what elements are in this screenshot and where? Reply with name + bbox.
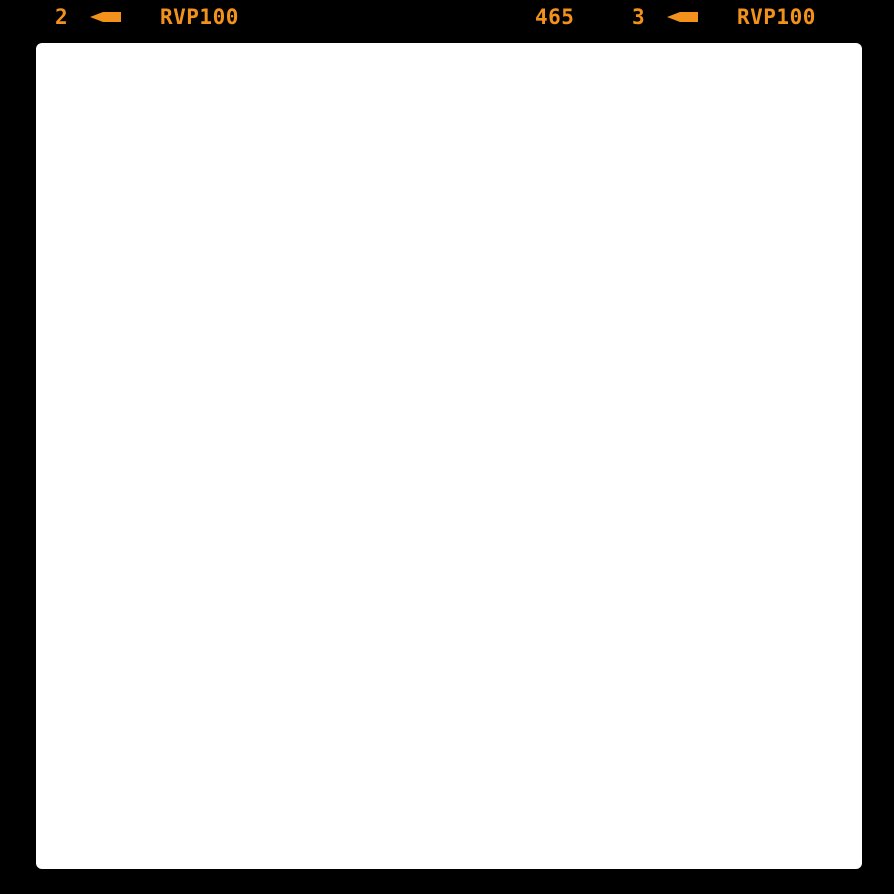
frame-number-2: 3 [632,5,646,29]
film-code-2: RVP100 [737,5,816,29]
frame-arrow-icon-1 [90,12,121,22]
film-code-1: RVP100 [160,5,239,29]
edge-number: 465 [535,5,575,29]
frame-number-1: 2 [55,5,69,29]
film-frame: 2 RVP100 465 3 RVP100 [0,0,894,894]
frame-arrow-icon-2 [667,12,698,22]
exposure-area [36,43,862,869]
